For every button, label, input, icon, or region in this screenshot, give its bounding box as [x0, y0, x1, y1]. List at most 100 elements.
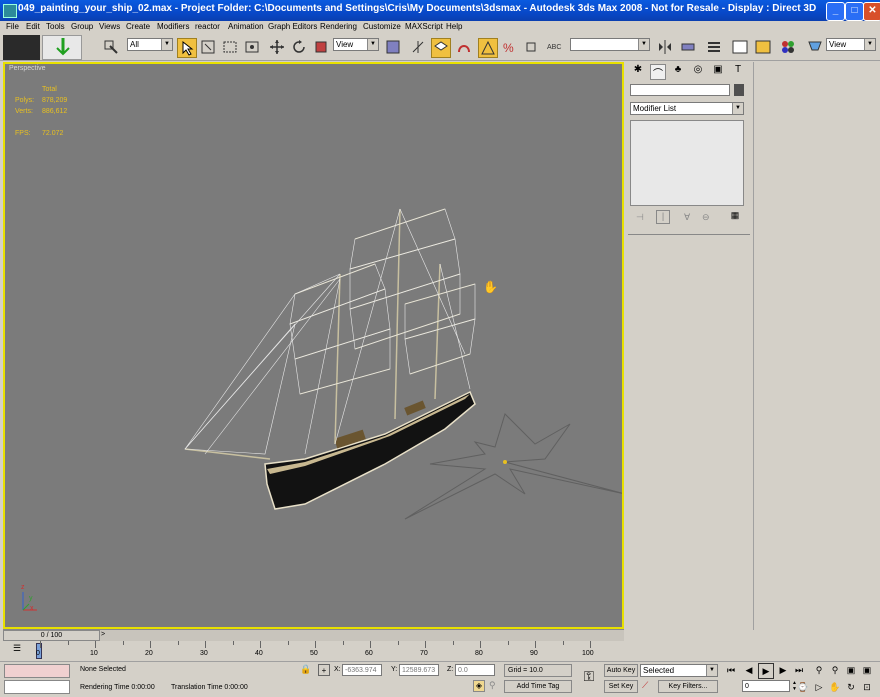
- arc-rotate-icon[interactable]: ↻: [844, 680, 858, 694]
- go-to-end-icon[interactable]: ⏭: [792, 663, 806, 677]
- app-icon[interactable]: [3, 4, 17, 18]
- mirror-icon[interactable]: [656, 38, 674, 56]
- select-by-name-icon[interactable]: [102, 38, 120, 56]
- time-slider[interactable]: 0 / 100 >: [3, 629, 624, 641]
- y-coordinate-field[interactable]: 12589.673: [399, 664, 439, 676]
- utilities-tab-icon[interactable]: T: [730, 64, 746, 80]
- selection-lock-icon[interactable]: 🔒: [300, 664, 311, 675]
- curve-editor-icon[interactable]: [731, 38, 749, 56]
- menu-views[interactable]: Views: [99, 22, 120, 31]
- minimize-button[interactable]: _: [826, 2, 845, 21]
- time-slider-thumb[interactable]: 0 / 100: [3, 630, 100, 641]
- time-tag-icon[interactable]: ◈: [473, 680, 485, 692]
- menu-graph-editors[interactable]: Graph Editors: [268, 22, 317, 31]
- render-setup-icon[interactable]: [806, 38, 824, 56]
- modify-tab-icon[interactable]: ⌒: [650, 64, 666, 80]
- key-filter-icon[interactable]: ⟋: [642, 680, 648, 691]
- x-coordinate-field[interactable]: -6363.974: [342, 664, 382, 676]
- close-button[interactable]: ✕: [863, 2, 880, 21]
- menu-modifiers[interactable]: Modifiers: [157, 22, 189, 31]
- manipulate-icon[interactable]: [409, 38, 427, 56]
- object-color-swatch[interactable]: [734, 84, 744, 96]
- percent-snap-icon[interactable]: %: [500, 38, 518, 56]
- menu-reactor[interactable]: reactor: [195, 22, 220, 31]
- menu-help[interactable]: Help: [446, 22, 462, 31]
- go-to-start-icon[interactable]: ⏮: [724, 663, 738, 677]
- align-icon[interactable]: [679, 38, 697, 56]
- timeline-tick: [480, 641, 481, 648]
- pan-view-icon[interactable]: ✋: [828, 680, 842, 694]
- maxscript-listener[interactable]: [4, 664, 70, 678]
- render-view-dropdown[interactable]: View ▼: [826, 38, 876, 51]
- next-frame-icon[interactable]: ▶: [776, 663, 790, 677]
- menu-maxscript[interactable]: MAXScript: [405, 22, 443, 31]
- axis-constraint-icon[interactable]: [42, 35, 82, 60]
- menu-group[interactable]: Group: [71, 22, 93, 31]
- pin-stack-icon[interactable]: ⊣: [636, 212, 644, 223]
- mini-curve-editor-icon[interactable]: ☰: [4, 643, 30, 657]
- menu-tools[interactable]: Tools: [46, 22, 65, 31]
- layer-manager-icon[interactable]: [705, 38, 723, 56]
- maximize-viewport-icon[interactable]: ⊡: [860, 680, 874, 694]
- zoom-extents-icon[interactable]: ▣: [844, 663, 858, 677]
- zoom-all-icon[interactable]: ⚲: [828, 663, 842, 677]
- key-filters-button[interactable]: Key Filters...: [658, 680, 718, 693]
- adaptive-degradation-icon[interactable]: ⚲: [489, 680, 496, 691]
- edit-named-selection-icon[interactable]: ABC: [546, 38, 564, 56]
- maximize-button[interactable]: □: [845, 2, 864, 21]
- menu-file[interactable]: File: [6, 22, 19, 31]
- material-editor-icon[interactable]: [779, 38, 797, 56]
- configure-sets-icon[interactable]: ▦: [728, 210, 742, 224]
- ref-coord-dropdown[interactable]: View ▼: [333, 38, 379, 51]
- remove-modifier-icon[interactable]: ⊖: [702, 212, 710, 223]
- select-object-icon[interactable]: [177, 38, 197, 58]
- menu-edit[interactable]: Edit: [26, 22, 40, 31]
- play-icon[interactable]: ▶: [758, 663, 774, 679]
- menu-create[interactable]: Create: [126, 22, 150, 31]
- pivot-center-icon[interactable]: [384, 38, 402, 56]
- track-bar[interactable]: ☰ 0 10 20 30 40 50 60 70 80 90 100: [0, 641, 625, 661]
- menu-customize[interactable]: Customize: [363, 22, 401, 31]
- maxscript-input[interactable]: [4, 680, 70, 694]
- select-and-link-icon[interactable]: [199, 38, 217, 56]
- key-mode-dropdown[interactable]: Selected ▼: [640, 664, 718, 677]
- object-name-field[interactable]: [630, 84, 730, 96]
- make-unique-icon[interactable]: ∀: [684, 212, 690, 223]
- set-key-icon[interactable]: ⚿: [578, 668, 600, 690]
- selection-filter-dropdown[interactable]: All ▼: [127, 38, 173, 51]
- keyboard-shortcut-icon[interactable]: [431, 38, 451, 58]
- hierarchy-tab-icon[interactable]: ♣: [670, 64, 686, 80]
- show-end-result-icon[interactable]: |: [656, 210, 670, 224]
- window-crossing-icon[interactable]: [243, 38, 261, 56]
- schematic-view-icon[interactable]: [754, 38, 772, 56]
- z-coordinate-field[interactable]: 0.0: [455, 664, 495, 676]
- angle-snap-icon[interactable]: [478, 38, 498, 58]
- auto-key-button[interactable]: Auto Key: [604, 664, 638, 677]
- next-frame-icon[interactable]: >: [101, 631, 105, 638]
- zoom-icon[interactable]: ⚲: [812, 663, 826, 677]
- move-icon[interactable]: [268, 38, 286, 56]
- ship-model[interactable]: [5, 64, 622, 627]
- previous-frame-icon[interactable]: ◀: [742, 663, 756, 677]
- named-selection-dropdown[interactable]: ▼: [570, 38, 650, 51]
- set-key-button[interactable]: Set Key: [604, 680, 638, 693]
- snap-toggle-icon[interactable]: [455, 38, 473, 56]
- menu-rendering[interactable]: Rendering: [320, 22, 357, 31]
- current-frame-field[interactable]: 0: [742, 680, 790, 692]
- motion-tab-icon[interactable]: ◎: [690, 64, 706, 80]
- add-time-tag-button[interactable]: Add Time Tag: [504, 680, 572, 693]
- rotate-icon[interactable]: [290, 38, 308, 56]
- modifier-list-dropdown[interactable]: Modifier List ▼: [630, 102, 744, 115]
- rect-selection-icon[interactable]: [221, 38, 239, 56]
- time-config-icon[interactable]: ⌚: [796, 680, 810, 694]
- modifier-stack[interactable]: [630, 120, 744, 206]
- create-tab-icon[interactable]: ✱: [630, 64, 646, 80]
- menu-animation[interactable]: Animation: [228, 22, 264, 31]
- zoom-extents-all-icon[interactable]: ▣: [860, 663, 874, 677]
- absolute-mode-icon[interactable]: +: [318, 664, 330, 676]
- field-of-view-icon[interactable]: ▷: [812, 680, 826, 694]
- display-tab-icon[interactable]: ▣: [710, 64, 726, 80]
- perspective-viewport[interactable]: Perspective Total Polys: 878,209 Verts: …: [3, 62, 624, 629]
- scale-icon[interactable]: [312, 38, 330, 56]
- spinner-snap-icon[interactable]: [522, 38, 540, 56]
